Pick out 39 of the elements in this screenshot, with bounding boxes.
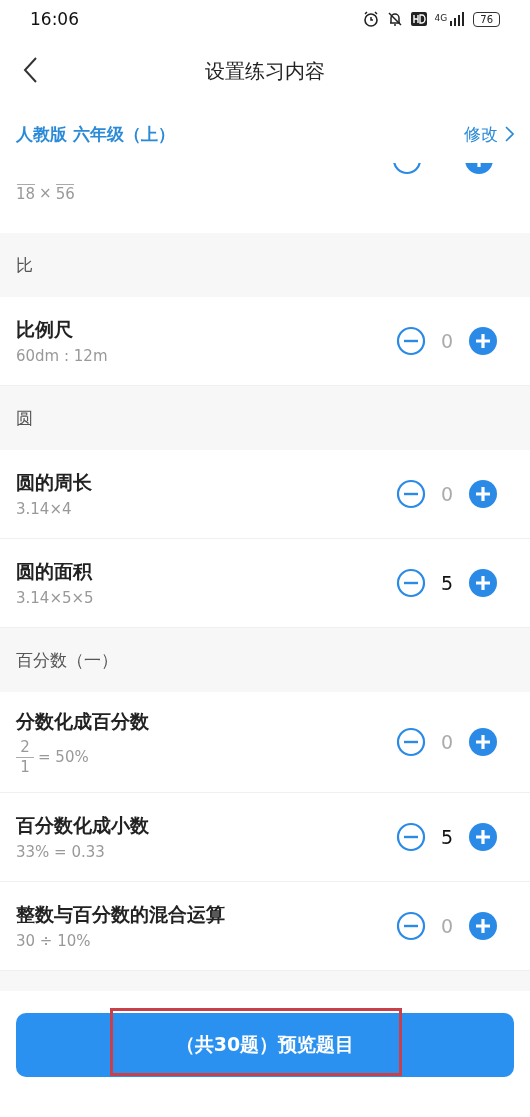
denominator: 56: [55, 186, 75, 203]
count-value: 0: [439, 483, 455, 505]
count-value: 5: [439, 826, 455, 848]
item-name: 比例尺: [16, 317, 74, 342]
bell-muted-icon: [386, 11, 403, 27]
formula-text: 3.14×5×5: [16, 589, 94, 607]
formula-text: 30 ÷ 10%: [16, 932, 91, 950]
signal-icon: [449, 12, 466, 26]
formula-text: ×: [39, 184, 52, 202]
count-value: 0: [439, 330, 455, 352]
count-value: 0: [439, 915, 455, 937]
formula-text: = 50%: [38, 748, 89, 766]
edit-link[interactable]: 修改: [464, 122, 514, 146]
alarm-icon: [362, 11, 379, 27]
item-name: 圆的周长: [16, 470, 92, 495]
item-name: 整数与百分数的混合运算: [16, 902, 225, 927]
section-title: 圆: [16, 406, 33, 430]
back-icon[interactable]: [22, 56, 38, 84]
section-title: 百分数（一）: [16, 648, 118, 672]
chevron-icon: [504, 126, 514, 142]
item-name: 圆的面积: [16, 559, 94, 584]
formula-text: 33% = 0.33: [16, 843, 105, 861]
count-value: 0: [439, 731, 455, 753]
preview-button[interactable]: （共30题）预览题目: [16, 1013, 514, 1077]
formula-text: 60dm : 12m: [16, 347, 108, 365]
battery-level: 76: [473, 11, 500, 27]
denominator: 1: [20, 758, 30, 776]
status-time: 16:06: [30, 9, 79, 29]
textbook-label: 人教版 六年级（上）: [16, 122, 175, 146]
hd-icon: [410, 12, 427, 26]
formula-text: 3.14×4: [16, 500, 72, 518]
network-label: 4G: [434, 13, 448, 23]
item-name: 分数化成百分数: [16, 708, 149, 734]
item-name: 百分数化成小数: [16, 813, 149, 838]
page-title: 设置练习内容: [205, 58, 325, 85]
section-title: 比: [16, 253, 33, 277]
count-value: 5: [439, 572, 455, 594]
denominator: 18: [16, 186, 36, 203]
numerator: 2: [20, 738, 30, 756]
